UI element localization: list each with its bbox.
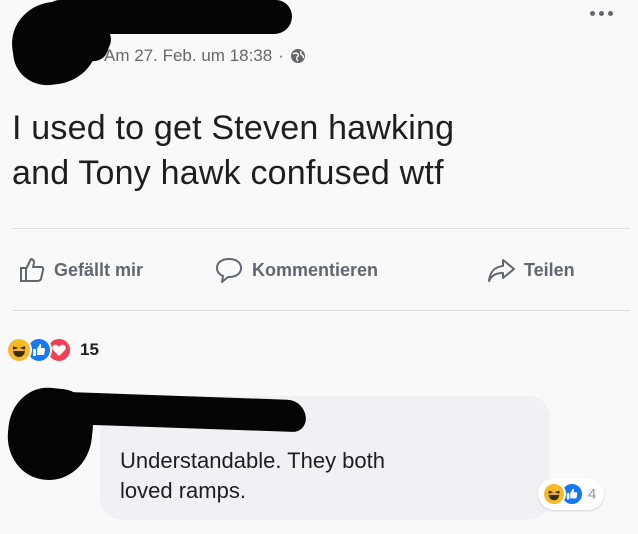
comment-button[interactable]: Kommentieren [214, 248, 378, 292]
share-button[interactable]: Teilen [486, 248, 575, 292]
post-text-line: I used to get Steven hawking [12, 109, 455, 147]
share-label: Teilen [524, 259, 575, 280]
haha-icon [542, 482, 566, 506]
comment-text-line: Understandable. They both [120, 448, 385, 473]
divider [12, 310, 630, 311]
like-button[interactable]: Gefällt mir [18, 248, 143, 292]
reaction-count: 15 [80, 340, 99, 359]
globe-icon[interactable] [290, 48, 306, 64]
meta-separator: · [278, 46, 284, 65]
comment-bubble-icon [214, 256, 244, 284]
more-icon[interactable] [590, 6, 620, 20]
reaction-summary[interactable]: 15 [6, 330, 99, 370]
post-meta: Am 27. Feb. um 18:38 · [104, 46, 306, 66]
comment-reaction-summary[interactable]: 4 [538, 478, 605, 510]
post-text-line: and Tony hawk confused wtf [12, 154, 444, 192]
comment-reaction-count: 4 [588, 485, 597, 503]
action-bar: Gefällt mir Kommentieren Teilen [0, 248, 638, 292]
post-body: I used to get Steven hawking and Tony ha… [12, 106, 622, 196]
haha-icon [6, 337, 32, 363]
facebook-post: Am 27. Feb. um 18:38 · I used to get Ste… [0, 0, 638, 534]
thumbs-up-icon [18, 256, 46, 284]
divider [12, 228, 630, 229]
post-timestamp[interactable]: Am 27. Feb. um 18:38 [104, 46, 272, 66]
comment-label: Kommentieren [252, 259, 379, 280]
like-label: Gefällt mir [54, 259, 144, 280]
comment-body: Understandable. They both loved ramps. [120, 446, 540, 506]
comment-text-line: loved ramps. [120, 478, 246, 503]
share-arrow-icon [486, 256, 516, 284]
